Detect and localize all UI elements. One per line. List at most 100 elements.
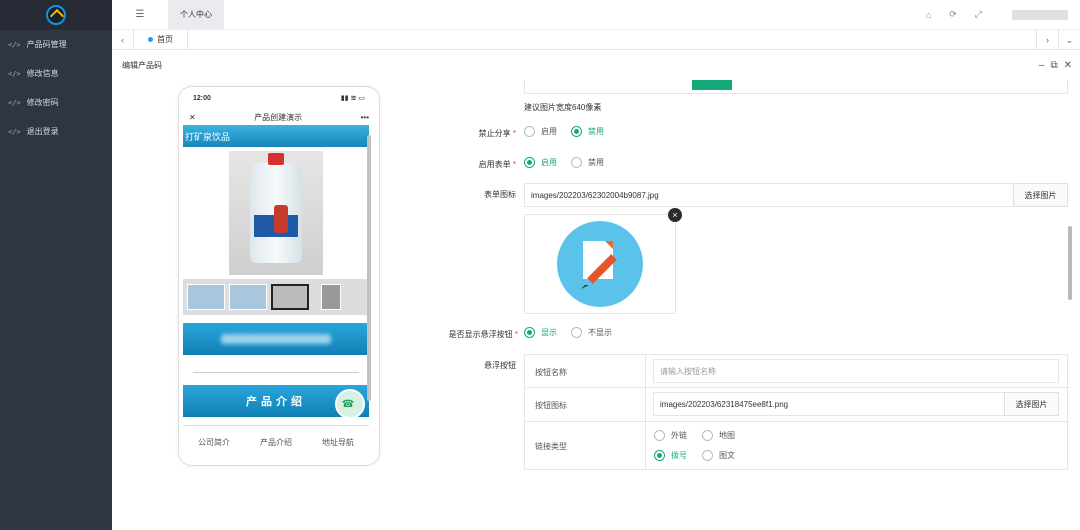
edit-form: 建议图片宽度640像素 禁止分享 * 启用 禁用 启用表单 * 启用 禁用 表单… xyxy=(440,80,1080,530)
radio-circle-checked xyxy=(524,157,535,168)
form-icon-pick-button[interactable]: 选择图片 xyxy=(1013,183,1068,207)
phone-banner: 打矿泉饮品 xyxy=(183,125,369,147)
tab-home-label: 首页 xyxy=(157,35,173,44)
radio-circle-checked xyxy=(571,126,582,137)
sidebar-item-label: 退出登录 xyxy=(26,127,59,136)
logo-icon[interactable] xyxy=(46,5,66,25)
code-icon: </> xyxy=(8,98,21,107)
float-name-input[interactable]: 请输入按钮名称 xyxy=(653,359,1059,383)
radio-circle xyxy=(702,430,713,441)
water-bottle-image xyxy=(250,153,302,263)
float-icon-pick-button[interactable]: 选择图片 xyxy=(1004,392,1059,416)
code-icon: </> xyxy=(8,40,21,49)
link-radio-external[interactable]: 外链 xyxy=(654,430,687,441)
radio-circle-checked xyxy=(524,327,535,338)
code-icon: </> xyxy=(8,69,21,78)
float-button-label: 悬浮按钮 xyxy=(484,361,516,370)
sidebar-item-label: 修改信息 xyxy=(26,69,59,78)
window-title: 编辑产品码 xyxy=(122,60,162,70)
share-radio-enable[interactable]: 启用 xyxy=(524,126,557,137)
divider xyxy=(193,355,359,373)
footer-company[interactable]: 公司简介 xyxy=(198,437,230,448)
phone-close-icon[interactable]: ✕ xyxy=(189,113,196,122)
link-type-row: 链接类型 外链 地图 拨号 图文 xyxy=(525,422,1069,470)
share-label: 禁止分享 * xyxy=(478,129,516,138)
float-icon-path-input[interactable]: images/202203/62318475ee8f1.png xyxy=(653,392,1005,416)
tabbar-controls: › ⌄ xyxy=(1036,29,1080,50)
radio-circle xyxy=(571,327,582,338)
home-icon[interactable]: ⌂ xyxy=(926,10,931,20)
sidebar-item-label: 修改密码 xyxy=(26,98,59,107)
float-icon-label: 按钮图标 xyxy=(535,401,567,410)
share-radio-disable[interactable]: 禁用 xyxy=(571,126,604,137)
blurred-button[interactable] xyxy=(183,323,369,355)
product-image xyxy=(229,151,323,275)
float-button-table: 按钮名称 请输入按钮名称 按钮图标 images/202203/62318475… xyxy=(524,354,1069,470)
thumbnail-selected[interactable] xyxy=(271,284,309,310)
show-float-label: 是否显示悬浮按钮 * xyxy=(448,330,518,339)
tab-personal-center[interactable]: 个人中心 xyxy=(168,0,224,30)
float-phone-icon[interactable]: ☎ xyxy=(335,389,365,419)
image-width-hint: 建议图片宽度640像素 xyxy=(524,103,602,112)
code-icon: </> xyxy=(8,127,21,136)
sidebar-item-label: 产品码管理 xyxy=(26,40,67,49)
phone-preview: 12:00 ▮▮ ≋ ▭ ✕ 产品创建演示 ••• 打矿泉饮品 产品介绍 ☎ 公 xyxy=(178,86,380,466)
remove-image-icon[interactable]: × xyxy=(668,208,682,222)
link-radio-map[interactable]: 地图 xyxy=(702,430,735,441)
chevron-down-icon[interactable]: ⌄ xyxy=(1058,29,1080,50)
phone-scrollbar[interactable] xyxy=(367,135,371,401)
show-float-radio-hide[interactable]: 不显示 xyxy=(571,327,612,338)
thumbnail[interactable] xyxy=(229,284,267,310)
phone-nav-title: 产品创建演示 xyxy=(254,112,303,122)
link-radio-dial[interactable]: 拨号 xyxy=(654,450,687,461)
thumbnail-strip xyxy=(183,279,369,315)
phone-footer-nav: 公司简介 产品介绍 地址导航 xyxy=(183,425,369,459)
radio-circle xyxy=(524,126,535,137)
float-icon-row: 按钮图标 images/202203/62318475ee8f1.png 选择图… xyxy=(525,388,1069,422)
chevron-right-icon[interactable]: › xyxy=(1036,29,1058,50)
thumbnail[interactable] xyxy=(321,284,341,310)
enable-form-radio-disable[interactable]: 禁用 xyxy=(571,157,604,168)
sidebar-item-logout[interactable]: </> 退出登录 xyxy=(0,117,112,146)
radio-circle xyxy=(571,157,582,168)
link-type-label: 链接类型 xyxy=(535,442,567,451)
phone-navbar: ✕ 产品创建演示 ••• xyxy=(179,109,379,125)
tab-home[interactable]: 首页 xyxy=(134,29,188,50)
chevron-left-icon[interactable]: ‹ xyxy=(112,29,134,50)
phone-screen: 打矿泉饮品 产品介绍 ☎ xyxy=(183,125,369,465)
pen-document-icon xyxy=(557,221,643,307)
sidebar-item-edit-info[interactable]: </> 修改信息 xyxy=(0,59,112,88)
refresh-icon[interactable]: ⟳ xyxy=(949,9,957,20)
topbar: ☰ 个人中心 ⌂ ⟳ ⤢ xyxy=(112,0,1080,30)
link-radio-article[interactable]: 图文 xyxy=(702,450,735,461)
sidebar: </> 产品码管理 </> 修改信息 </> 修改密码 </> 退出登录 xyxy=(0,0,112,530)
footer-product[interactable]: 产品介绍 xyxy=(260,437,292,448)
radio-circle-checked xyxy=(654,450,665,461)
thumbnail[interactable] xyxy=(187,284,225,310)
footer-address[interactable]: 地址导航 xyxy=(322,437,354,448)
product-intro-button[interactable]: 产品介绍 ☎ xyxy=(183,385,369,419)
phone-time: 12:00 xyxy=(193,94,211,102)
float-name-label: 按钮名称 xyxy=(535,368,567,377)
topbar-actions: ⌂ ⟳ ⤢ xyxy=(926,9,1080,20)
page-tabbar: ‹ 首页 › ⌄ xyxy=(112,29,1080,50)
upload-button[interactable] xyxy=(692,80,732,90)
show-float-radio-show[interactable]: 显示 xyxy=(524,327,557,338)
signal-battery-icon: ▮▮ ≋ ▭ xyxy=(340,95,365,102)
sidebar-item-change-password[interactable]: </> 修改密码 xyxy=(0,88,112,117)
fullscreen-icon[interactable]: ⤢ xyxy=(975,9,982,20)
minimize-icon[interactable]: – xyxy=(1039,60,1045,71)
form-icon-label: 表单图标 xyxy=(484,190,516,199)
menu-toggle-icon[interactable]: ☰ xyxy=(112,9,168,20)
close-icon[interactable]: ✕ xyxy=(1064,60,1072,71)
phone-more-icon[interactable]: ••• xyxy=(361,113,369,122)
product-intro-label: 产品介绍 xyxy=(246,396,306,408)
form-icon-path-input[interactable]: images/202203/62302004b9087.jpg xyxy=(524,183,1014,207)
user-name-placeholder[interactable] xyxy=(1012,9,1068,20)
enable-form-radio-enable[interactable]: 启用 xyxy=(524,157,557,168)
form-icon-preview xyxy=(524,214,676,314)
main-scrollbar[interactable] xyxy=(1068,226,1072,300)
float-name-row: 按钮名称 请输入按钮名称 xyxy=(525,355,1069,388)
sidebar-item-product-code[interactable]: </> 产品码管理 xyxy=(0,30,112,59)
maximize-icon[interactable]: ⧉ xyxy=(1050,60,1057,71)
